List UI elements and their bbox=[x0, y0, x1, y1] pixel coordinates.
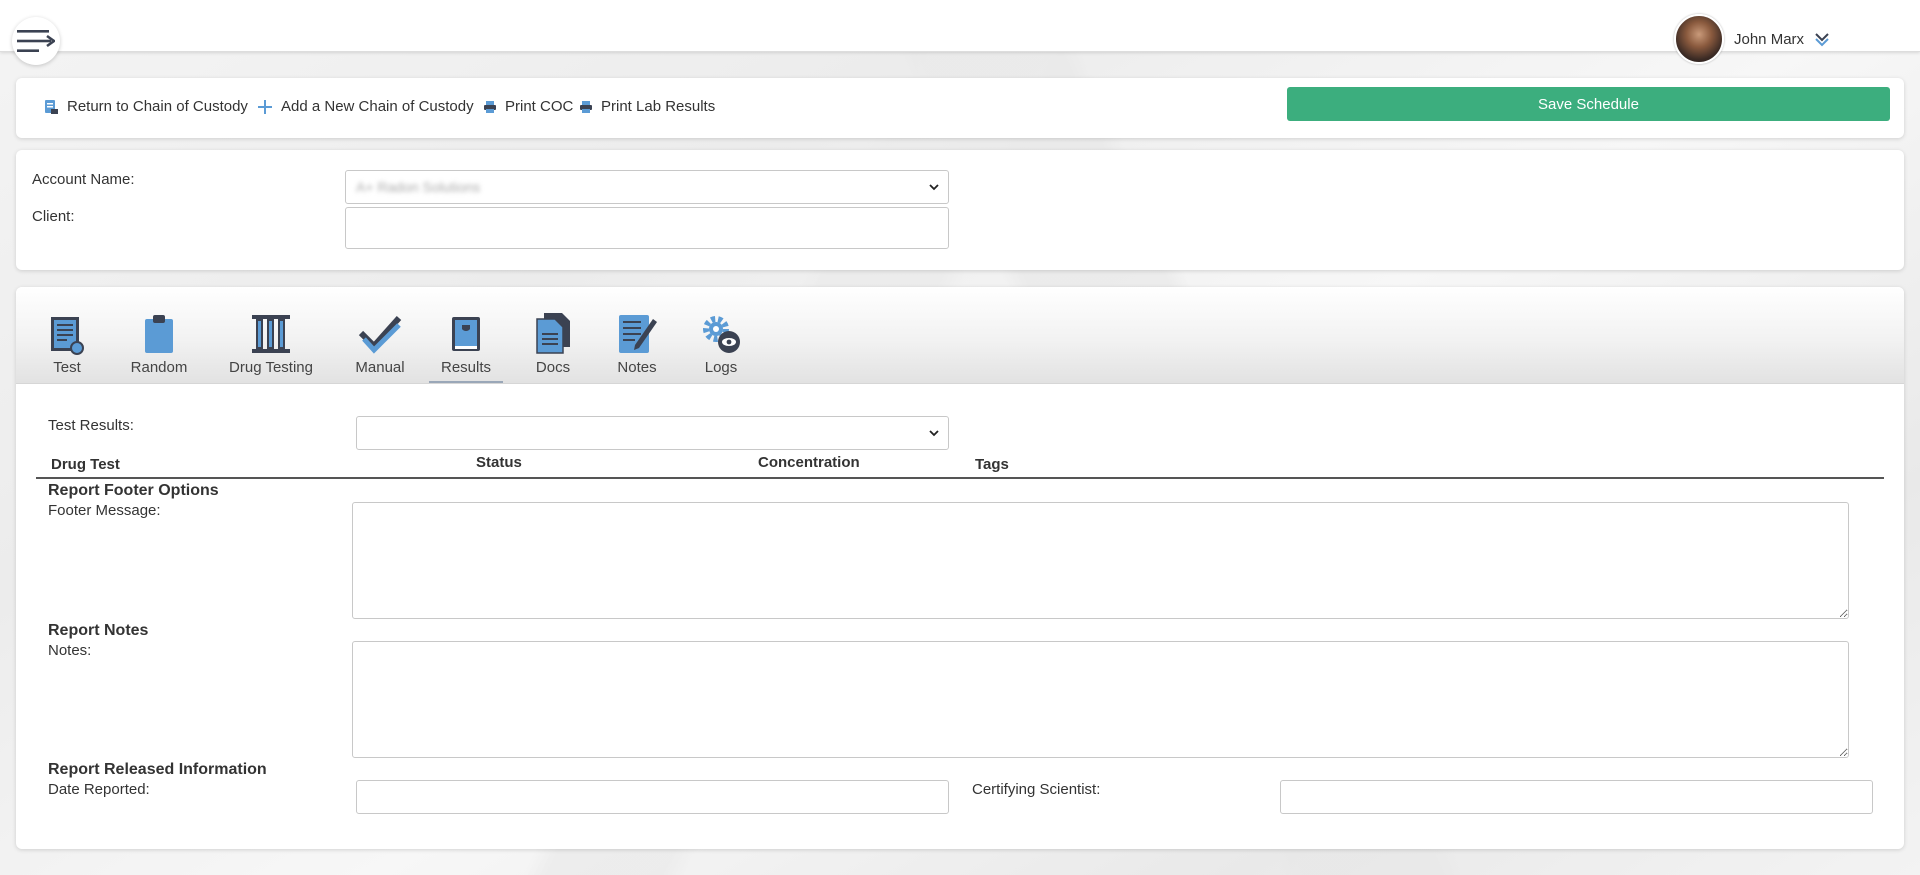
footer-message-textarea[interactable] bbox=[352, 502, 1849, 619]
tab-bar: Test Random Drug Testing Manual Results … bbox=[16, 287, 1904, 384]
print-lab-results-link[interactable]: Print Lab Results bbox=[579, 98, 715, 115]
chevron-down-icon bbox=[1815, 33, 1829, 47]
actions-toolbar: Return to Chain of Custody Add a New Cha… bbox=[16, 78, 1904, 138]
footer-message-label: Footer Message: bbox=[48, 502, 161, 519]
menu-toggle-button[interactable] bbox=[12, 17, 60, 65]
account-name-value: A+ Radon Solutions bbox=[356, 179, 481, 195]
test-results-label: Test Results: bbox=[48, 417, 134, 434]
report-released-information-heading: Report Released Information bbox=[48, 761, 267, 778]
report-footer-options-heading: Report Footer Options bbox=[48, 482, 219, 499]
account-name-label: Account Name: bbox=[32, 171, 135, 188]
tab-test[interactable]: Test bbox=[40, 311, 94, 383]
print-coc-label: Print COC bbox=[505, 98, 574, 115]
date-reported-input[interactable] bbox=[356, 780, 949, 814]
tab-random[interactable]: Random bbox=[122, 311, 196, 383]
print-coc-link[interactable]: Print COC bbox=[483, 98, 573, 115]
plus-icon bbox=[257, 99, 273, 115]
column-status: Status bbox=[476, 454, 522, 471]
certifying-scientist-input[interactable] bbox=[1280, 780, 1873, 814]
column-drug-test: Drug Test bbox=[51, 456, 120, 473]
document-return-icon bbox=[43, 99, 59, 115]
tab-test-label: Test bbox=[53, 359, 81, 376]
gear-eye-icon bbox=[700, 311, 742, 355]
chain-of-custody-panel: Test Random Drug Testing Manual Results … bbox=[16, 287, 1904, 849]
printer-icon bbox=[483, 100, 497, 114]
notepad-pencil-icon bbox=[617, 311, 657, 355]
column-concentration: Concentration bbox=[758, 454, 860, 471]
tab-notes-label: Notes bbox=[617, 359, 657, 376]
tab-manual[interactable]: Manual bbox=[348, 311, 412, 383]
add-new-coc-label: Add a New Chain of Custody bbox=[281, 98, 474, 115]
return-to-coc-label: Return to Chain of Custody bbox=[67, 98, 248, 115]
test-icon bbox=[49, 311, 85, 355]
checkmark-icon bbox=[358, 311, 402, 355]
test-results-select[interactable] bbox=[356, 416, 949, 450]
chevron-down-icon bbox=[929, 430, 939, 437]
return-to-coc-link[interactable]: Return to Chain of Custody bbox=[43, 98, 248, 115]
tab-results[interactable]: Results bbox=[429, 311, 503, 383]
client-label: Client: bbox=[32, 208, 75, 225]
test-tubes-icon bbox=[251, 311, 291, 355]
top-bar: John Marx bbox=[0, 0, 1920, 65]
account-name-select[interactable]: A+ Radon Solutions bbox=[345, 170, 949, 204]
tab-drug-testing[interactable]: Drug Testing bbox=[222, 311, 320, 383]
account-panel: Account Name: A+ Radon Solutions Client: bbox=[16, 150, 1904, 270]
book-icon bbox=[449, 311, 483, 355]
tab-random-label: Random bbox=[130, 359, 188, 376]
tab-manual-label: Manual bbox=[355, 359, 405, 376]
report-notes-heading: Report Notes bbox=[48, 622, 149, 639]
print-lab-results-label: Print Lab Results bbox=[601, 98, 716, 115]
add-new-coc-link[interactable]: Add a New Chain of Custody bbox=[257, 98, 474, 115]
notes-textarea[interactable] bbox=[352, 641, 1849, 758]
user-name: John Marx bbox=[1734, 30, 1805, 48]
chevron-down-icon bbox=[929, 184, 939, 191]
printer-icon bbox=[579, 100, 593, 114]
tab-logs[interactable]: Logs bbox=[696, 311, 746, 383]
tab-docs-label: Docs bbox=[535, 359, 571, 376]
tab-results-label: Results bbox=[440, 359, 492, 376]
save-schedule-button[interactable]: Save Schedule bbox=[1287, 87, 1890, 121]
tab-drug-testing-label: Drug Testing bbox=[229, 359, 313, 376]
avatar bbox=[1674, 14, 1724, 64]
tab-docs[interactable]: Docs bbox=[528, 311, 578, 383]
clipboard-icon bbox=[142, 311, 176, 355]
tab-notes[interactable]: Notes bbox=[610, 311, 664, 383]
client-input[interactable] bbox=[345, 207, 949, 249]
column-tags: Tags bbox=[975, 456, 1009, 473]
hamburger-arrow-icon bbox=[17, 30, 55, 52]
notes-label: Notes: bbox=[48, 642, 92, 659]
table-header-divider bbox=[36, 477, 1884, 479]
user-menu[interactable]: John Marx bbox=[1674, 14, 1830, 64]
documents-icon bbox=[534, 311, 572, 355]
certifying-scientist-label: Certifying Scientist: bbox=[972, 781, 1101, 798]
tab-logs-label: Logs bbox=[704, 359, 738, 376]
date-reported-label: Date Reported: bbox=[48, 781, 150, 798]
